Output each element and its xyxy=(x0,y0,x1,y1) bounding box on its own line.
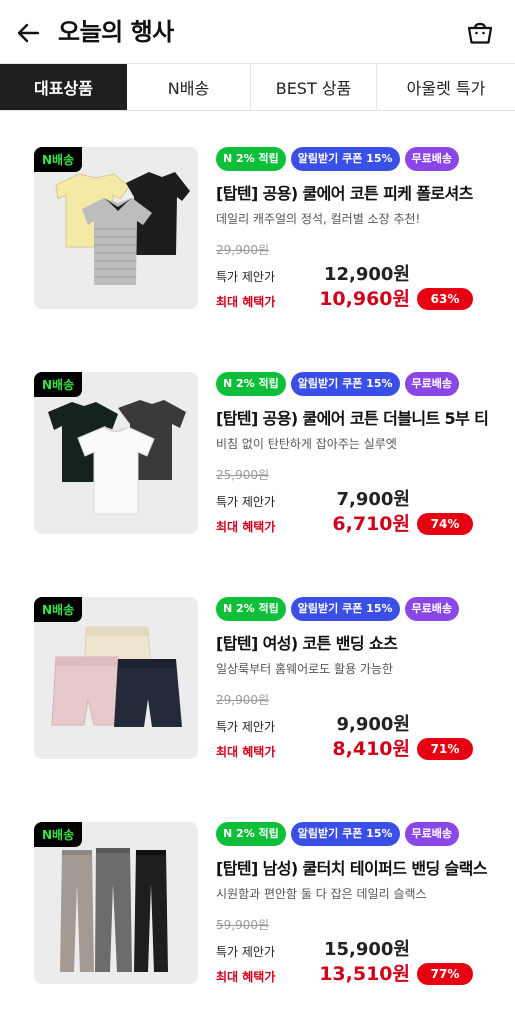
free-shipping-badge: 무료배송 xyxy=(404,597,459,621)
product-description: 시원함과 편안함 둘 다 잡은 데일리 슬랙스 xyxy=(216,887,427,901)
product-name[interactable]: [탑텐] 여성) 코튼 밴딩 쇼츠 xyxy=(216,630,398,654)
product-description: 일상룩부터 홈웨어로도 활용 가능한 xyxy=(216,662,394,676)
n-delivery-badge: N배송 xyxy=(34,147,83,172)
original-price: 29,900원 xyxy=(216,243,270,257)
n-delivery-badge: N배송 xyxy=(34,372,83,397)
category-tabs: 대표상품 N배송 BEST 상품 아울렛 특가 xyxy=(0,63,515,111)
product-name[interactable]: [탑텐] 공용) 쿨에어 코튼 더블니트 5부 티 xyxy=(216,405,489,429)
arrow-left-icon xyxy=(17,23,40,43)
product-image[interactable]: N배송 xyxy=(34,372,198,534)
cart-button[interactable] xyxy=(465,17,495,47)
tab-outlet[interactable]: 아울렛 특가 xyxy=(377,64,515,110)
shopping-bag-icon xyxy=(467,22,493,44)
coupon-badge: 알림받기 쿠폰 15% xyxy=(290,597,400,621)
tab-n-delivery[interactable]: N배송 xyxy=(127,64,251,110)
max-benefit-price: 8,410원 xyxy=(332,738,410,760)
special-price: 15,900원 xyxy=(323,939,410,960)
coupon-badge: 알림받기 쿠폰 15% xyxy=(290,147,400,171)
product-name[interactable]: [탑텐] 공용) 쿨에어 코튼 피케 폴로셔츠 xyxy=(216,180,473,204)
back-button[interactable] xyxy=(14,18,44,48)
points-badge: N 2% 적립 xyxy=(216,372,286,396)
free-shipping-badge: 무료배송 xyxy=(404,147,459,171)
points-badge: N 2% 적립 xyxy=(216,822,286,846)
product-description: 비침 없이 탄탄하게 잡아주는 실루엣 xyxy=(216,437,397,451)
n-delivery-badge: N배송 xyxy=(34,597,83,622)
special-price: 9,900원 xyxy=(336,714,411,735)
tab-best[interactable]: BEST 상품 xyxy=(251,64,377,110)
free-shipping-badge: 무료배송 xyxy=(404,822,459,846)
app-header: 오늘의 행사 xyxy=(0,0,515,64)
original-price: 25,900원 xyxy=(216,468,270,482)
max-benefit-price: 6,710원 xyxy=(332,513,410,535)
product-card[interactable]: N배송 N 2% 적립 알림받기 쿠폰 15% 무료배송 [탑텐] 공용) 쿨에… xyxy=(0,147,515,317)
benefit-badges: N 2% 적립 알림받기 쿠폰 15% 무료배송 xyxy=(216,597,459,621)
points-badge: N 2% 적립 xyxy=(216,597,286,621)
special-price: 7,900원 xyxy=(336,489,411,510)
n-delivery-badge: N배송 xyxy=(34,822,83,847)
coupon-badge: 알림받기 쿠폰 15% xyxy=(290,822,400,846)
free-shipping-badge: 무료배송 xyxy=(404,372,459,396)
product-card[interactable]: N배송 N 2% 적립 알림받기 쿠폰 15% 무료배송 [탑텐] 남성) 쿨터… xyxy=(0,822,515,992)
product-card[interactable]: N배송 N 2% 적립 알림받기 쿠폰 15% 무료배송 [탑텐] 공용) 쿨에… xyxy=(0,372,515,542)
max-benefit-price: 13,510원 xyxy=(319,963,410,985)
max-benefit-price: 10,960원 xyxy=(319,288,410,310)
benefit-badges: N 2% 적립 알림받기 쿠폰 15% 무료배송 xyxy=(216,372,459,396)
tab-featured[interactable]: 대표상품 xyxy=(0,64,127,110)
discount-badge: 74% xyxy=(417,513,473,535)
coupon-badge: 알림받기 쿠폰 15% xyxy=(290,372,400,396)
discount-badge: 77% xyxy=(417,963,473,985)
benefit-badges: N 2% 적립 알림받기 쿠폰 15% 무료배송 xyxy=(216,822,459,846)
discount-badge: 63% xyxy=(417,288,473,310)
benefit-badges: N 2% 적립 알림받기 쿠폰 15% 무료배송 xyxy=(216,147,459,171)
product-card[interactable]: N배송 N 2% 적립 알림받기 쿠폰 15% 무료배송 [탑텐] 여성) 코튼… xyxy=(0,597,515,767)
product-image[interactable]: N배송 xyxy=(34,147,198,309)
product-image[interactable]: N배송 xyxy=(34,597,198,759)
special-price: 12,900원 xyxy=(323,264,410,285)
original-price: 29,900원 xyxy=(216,693,270,707)
points-badge: N 2% 적립 xyxy=(216,147,286,171)
page-title: 오늘의 행사 xyxy=(58,18,174,46)
product-image[interactable]: N배송 xyxy=(34,822,198,984)
product-name[interactable]: [탑텐] 남성) 쿨터치 테이퍼드 밴딩 슬랙스 xyxy=(216,855,488,879)
product-description: 데일리 캐주얼의 정석, 컬러별 소장 추천! xyxy=(216,212,421,226)
discount-badge: 71% xyxy=(417,738,473,760)
original-price: 59,900원 xyxy=(216,918,270,932)
